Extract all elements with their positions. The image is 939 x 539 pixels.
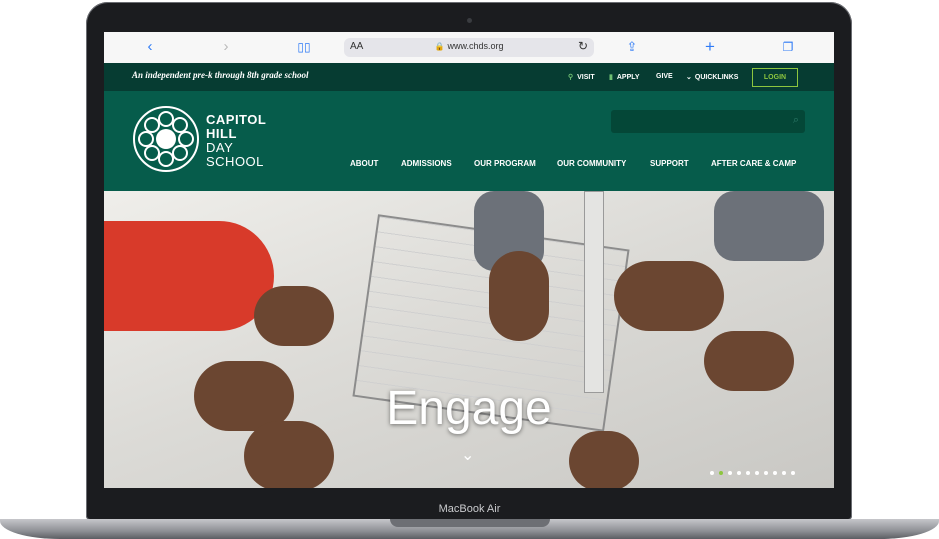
carousel-dot[interactable] xyxy=(791,471,795,475)
nav-support[interactable]: SUPPORT xyxy=(650,159,689,168)
document-icon: ▮ xyxy=(609,74,613,81)
carousel-dot[interactable] xyxy=(755,471,759,475)
school-logo-icon[interactable] xyxy=(132,105,200,173)
carousel-dot[interactable] xyxy=(773,471,777,475)
search-icon[interactable]: ⌕ xyxy=(793,114,799,127)
carousel-dot[interactable] xyxy=(728,471,732,475)
carousel-dot[interactable] xyxy=(719,471,723,475)
hero-carousel[interactable]: Engage ⌄ xyxy=(104,191,834,488)
apply-link[interactable]: ▮ APPLY xyxy=(609,73,640,81)
hero-image-hand xyxy=(569,431,639,488)
site-header: CAPITOL HILL DAY SCHOOL ⌕ ABOUT ADMISSIO… xyxy=(104,91,834,191)
url-text: www.chds.org xyxy=(447,41,504,51)
carousel-dot[interactable] xyxy=(710,471,714,475)
share-icon[interactable]: ⇪ xyxy=(622,38,642,56)
hero-image-hand xyxy=(489,251,549,341)
new-tab-icon[interactable]: + xyxy=(700,38,720,56)
forward-button[interactable]: › xyxy=(216,38,236,56)
hero-image-ruler xyxy=(584,191,604,393)
nav-admissions[interactable]: ADMISSIONS xyxy=(401,159,452,168)
chevron-down-icon: ⌄ xyxy=(686,74,692,81)
lock-icon: 🔒 xyxy=(434,42,445,51)
carousel-dot[interactable] xyxy=(764,471,768,475)
tabs-icon[interactable]: ❐ xyxy=(778,38,798,56)
device-model-label: MacBook Air xyxy=(438,503,501,515)
hero-image-hand xyxy=(254,286,334,346)
laptop-notch xyxy=(390,519,550,527)
reload-icon[interactable]: ↻ xyxy=(578,39,588,53)
chevron-down-icon[interactable]: ⌄ xyxy=(461,445,474,465)
hero-image-hand xyxy=(614,261,724,331)
school-tagline: An independent pre-k through 8th grade s… xyxy=(132,70,309,80)
nav-after-care-camp[interactable]: AFTER CARE & CAMP xyxy=(711,159,796,168)
utility-bar: An independent pre-k through 8th grade s… xyxy=(104,63,834,92)
login-button[interactable]: LOGIN xyxy=(752,68,798,87)
carousel-dots[interactable] xyxy=(710,462,800,475)
quicklinks-link[interactable]: ⌄ QUICKLINKS xyxy=(686,73,738,81)
give-link[interactable]: GIVE xyxy=(656,73,673,80)
hero-image-red-sleeve xyxy=(104,221,274,331)
back-button[interactable]: ‹ xyxy=(140,38,160,56)
nav-our-community[interactable]: OUR COMMUNITY xyxy=(557,159,626,168)
browser-screen: ‹ › ▯▯ AA 🔒 www.chds.org ↻ ⇪ + ❐ An indep… xyxy=(104,32,834,488)
map-pin-icon: ⚲ xyxy=(568,74,574,81)
carousel-dot[interactable] xyxy=(737,471,741,475)
hero-image-gray-sleeve xyxy=(714,191,824,261)
nav-our-program[interactable]: OUR PROGRAM xyxy=(474,159,536,168)
carousel-dot[interactable] xyxy=(782,471,786,475)
nav-about[interactable]: ABOUT xyxy=(350,159,378,168)
camera xyxy=(467,18,472,23)
carousel-dot[interactable] xyxy=(746,471,750,475)
hero-title: Engage xyxy=(386,382,552,435)
address-bar[interactable]: AA 🔒 www.chds.org ↻ xyxy=(344,38,594,57)
search-input[interactable]: ⌕ xyxy=(611,110,805,133)
safari-toolbar: ‹ › ▯▯ AA 🔒 www.chds.org ↻ ⇪ + ❐ xyxy=(104,32,834,64)
visit-link[interactable]: ⚲ VISIT xyxy=(568,73,595,81)
school-name[interactable]: CAPITOL HILL DAY SCHOOL xyxy=(206,113,266,169)
bookmarks-icon[interactable]: ▯▯ xyxy=(294,38,314,56)
